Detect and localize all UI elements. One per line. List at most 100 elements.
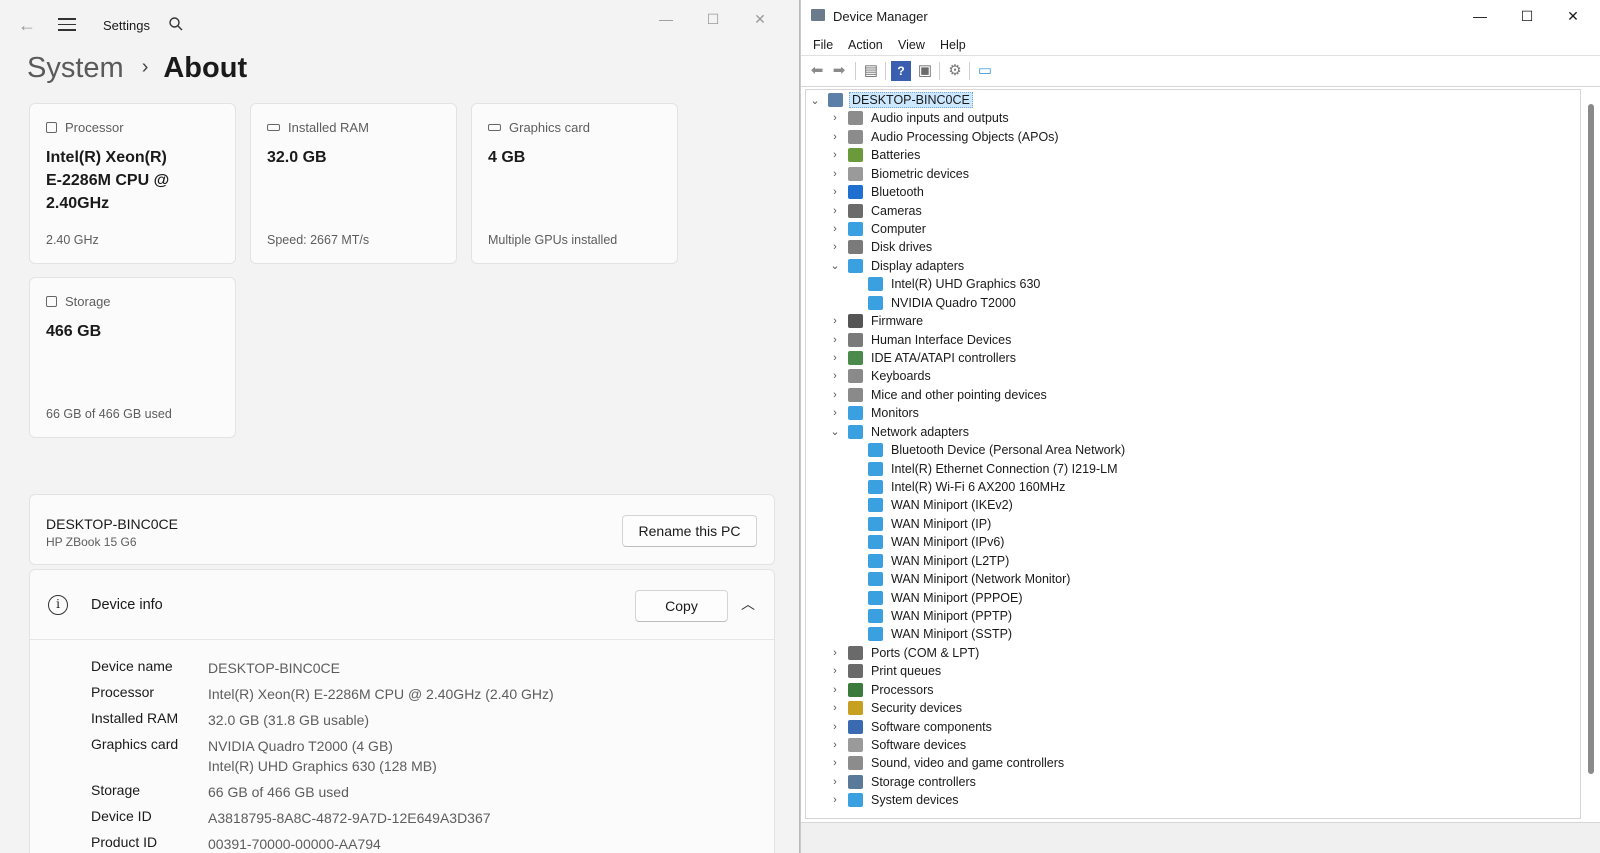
tree-node[interactable]: › Software components [828,718,994,736]
device-tree[interactable]: ⌄ DESKTOP-BINC0CE › Audio inputs and output… [805,89,1581,819]
tree-node[interactable]: › Processors [828,681,936,699]
chevron-right-icon[interactable]: › [828,776,842,788]
chevron-right-icon[interactable]: › [828,241,842,253]
tree-node[interactable]: WAN Miniport (IKEv2) [848,496,1015,514]
device-info-header[interactable]: i Device info Copy ︿ [30,570,774,640]
tree-node[interactable]: › Biometric devices [828,165,971,183]
chevron-down-icon[interactable]: ⌄ [828,259,842,272]
add-legacy-hardware-icon[interactable]: ▭ [975,61,995,81]
chevron-right-icon[interactable]: › [828,389,842,401]
back-arrow-icon[interactable]: ← [16,14,38,36]
show-hide-console-tree-icon[interactable]: ▤ [861,61,881,81]
display-adapter-icon [868,277,883,292]
menu-view[interactable]: View [898,38,925,52]
close-icon[interactable]: ✕ [1558,5,1588,27]
tree-node[interactable]: › Ports (COM & LPT) [828,644,981,662]
chevron-right-icon[interactable]: › [828,739,842,751]
tree-node[interactable]: › Software devices [828,736,968,754]
tree-scrollbar[interactable] [1588,104,1594,774]
tree-node[interactable]: ⌄ Display adapters [828,257,966,275]
chevron-right-icon[interactable]: › [828,131,842,143]
chevron-right-icon[interactable]: › [828,352,842,364]
tree-node[interactable]: › Batteries [828,146,922,164]
menu-action[interactable]: Action [848,38,883,52]
tree-node[interactable]: › Cameras [828,202,924,220]
chevron-right-icon[interactable]: › [828,315,842,327]
network-icon [868,443,883,458]
chevron-right-icon[interactable]: › [828,168,842,180]
tree-node[interactable]: ⌄ DESKTOP-BINC0CE [808,91,973,109]
settings-app-title: Settings [103,18,150,33]
tree-node[interactable]: › Keyboards [828,367,933,385]
maximize-icon[interactable]: ☐ [698,8,728,30]
tree-node[interactable]: WAN Miniport (IP) [848,515,993,533]
chevron-right-icon[interactable]: › [828,186,842,198]
chevron-right-icon[interactable]: › [828,794,842,806]
tree-node[interactable]: WAN Miniport (L2TP) [848,552,1011,570]
tree-node[interactable]: › Storage controllers [828,773,978,791]
network-icon [868,590,883,605]
tree-node[interactable]: WAN Miniport (SSTP) [848,625,1014,643]
tree-node[interactable]: Intel(R) UHD Graphics 630 [848,275,1042,293]
tree-node-label: Firmware [871,314,924,329]
tree-node[interactable]: › Audio inputs and outputs [828,109,1011,127]
tree-node[interactable]: › System devices [828,791,961,809]
menu-file[interactable]: File [813,38,833,52]
tree-node[interactable]: › Mice and other pointing devices [828,386,1049,404]
forward-arrow-icon[interactable]: ➡ [829,61,849,81]
copy-button[interactable]: Copy [635,590,728,622]
chevron-right-icon[interactable]: › [828,665,842,677]
chevron-right-icon[interactable]: › [828,112,842,124]
tree-node[interactable]: Intel(R) Wi-Fi 6 AX200 160MHz [848,478,1067,496]
chevron-down-icon[interactable]: ⌄ [808,94,822,107]
search-icon[interactable] [168,16,184,32]
back-arrow-icon[interactable]: ⬅ [807,61,827,81]
chevron-right-icon[interactable]: › [828,334,842,346]
menu-help[interactable]: Help [940,38,966,52]
tree-node-label: Network adapters [871,424,969,439]
chevron-right-icon[interactable]: › [828,684,842,696]
properties-icon[interactable]: ▣ [915,61,935,81]
tree-node[interactable]: › Disk drives [828,238,934,256]
help-icon[interactable]: ? [891,61,911,81]
minimize-icon[interactable]: — [651,8,681,30]
maximize-icon[interactable]: ☐ [1512,5,1542,27]
close-icon[interactable]: ✕ [745,8,775,30]
chevron-right-icon[interactable]: › [828,702,842,714]
chevron-down-icon[interactable]: ⌄ [828,425,842,438]
chevron-right-icon[interactable]: › [828,223,842,235]
tree-node[interactable]: › Human Interface Devices [828,331,1013,349]
tree-node[interactable]: › Security devices [828,699,964,717]
chevron-right-icon[interactable]: › [828,757,842,769]
chevron-up-icon[interactable]: ︿ [741,594,755,614]
chevron-right-icon[interactable]: › [828,370,842,382]
tree-node[interactable]: WAN Miniport (IPv6) [848,533,1006,551]
rename-pc-button[interactable]: Rename this PC [622,515,757,547]
graphics-value: 4 GB [488,149,526,166]
tree-node[interactable]: › Monitors [828,404,921,422]
chevron-right-icon[interactable]: › [828,721,842,733]
breadcrumb-system[interactable]: System [27,52,124,84]
chevron-right-icon[interactable]: › [828,407,842,419]
tree-node[interactable]: › Print queues [828,662,943,680]
scan-hardware-icon[interactable]: ⚙ [945,61,965,81]
tree-node[interactable]: Intel(R) Ethernet Connection (7) I219-LM [848,460,1120,478]
chevron-right-icon[interactable]: › [828,149,842,161]
tree-node[interactable]: › Sound, video and game controllers [828,754,1066,772]
tree-node[interactable]: › IDE ATA/ATAPI controllers [828,349,1018,367]
tree-node[interactable]: › Firmware [828,312,925,330]
minimize-icon[interactable]: — [1465,5,1495,27]
chevron-right-icon[interactable]: › [828,205,842,217]
tree-node[interactable]: ⌄ Network adapters [828,423,971,441]
tree-node[interactable]: › Bluetooth [828,183,926,201]
chevron-right-icon[interactable]: › [828,647,842,659]
tree-node[interactable]: WAN Miniport (PPPOE) [848,589,1025,607]
hamburger-menu-icon[interactable] [58,18,76,32]
tree-node[interactable]: › Audio Processing Objects (APOs) [828,128,1061,146]
tree-node[interactable]: NVIDIA Quadro T2000 [848,294,1018,312]
tree-node[interactable]: WAN Miniport (Network Monitor) [848,570,1072,588]
tree-node[interactable]: WAN Miniport (PPTP) [848,607,1014,625]
tree-node-label: Cameras [871,203,922,218]
tree-node[interactable]: Bluetooth Device (Personal Area Network) [848,441,1127,459]
tree-node[interactable]: › Computer [828,220,928,238]
